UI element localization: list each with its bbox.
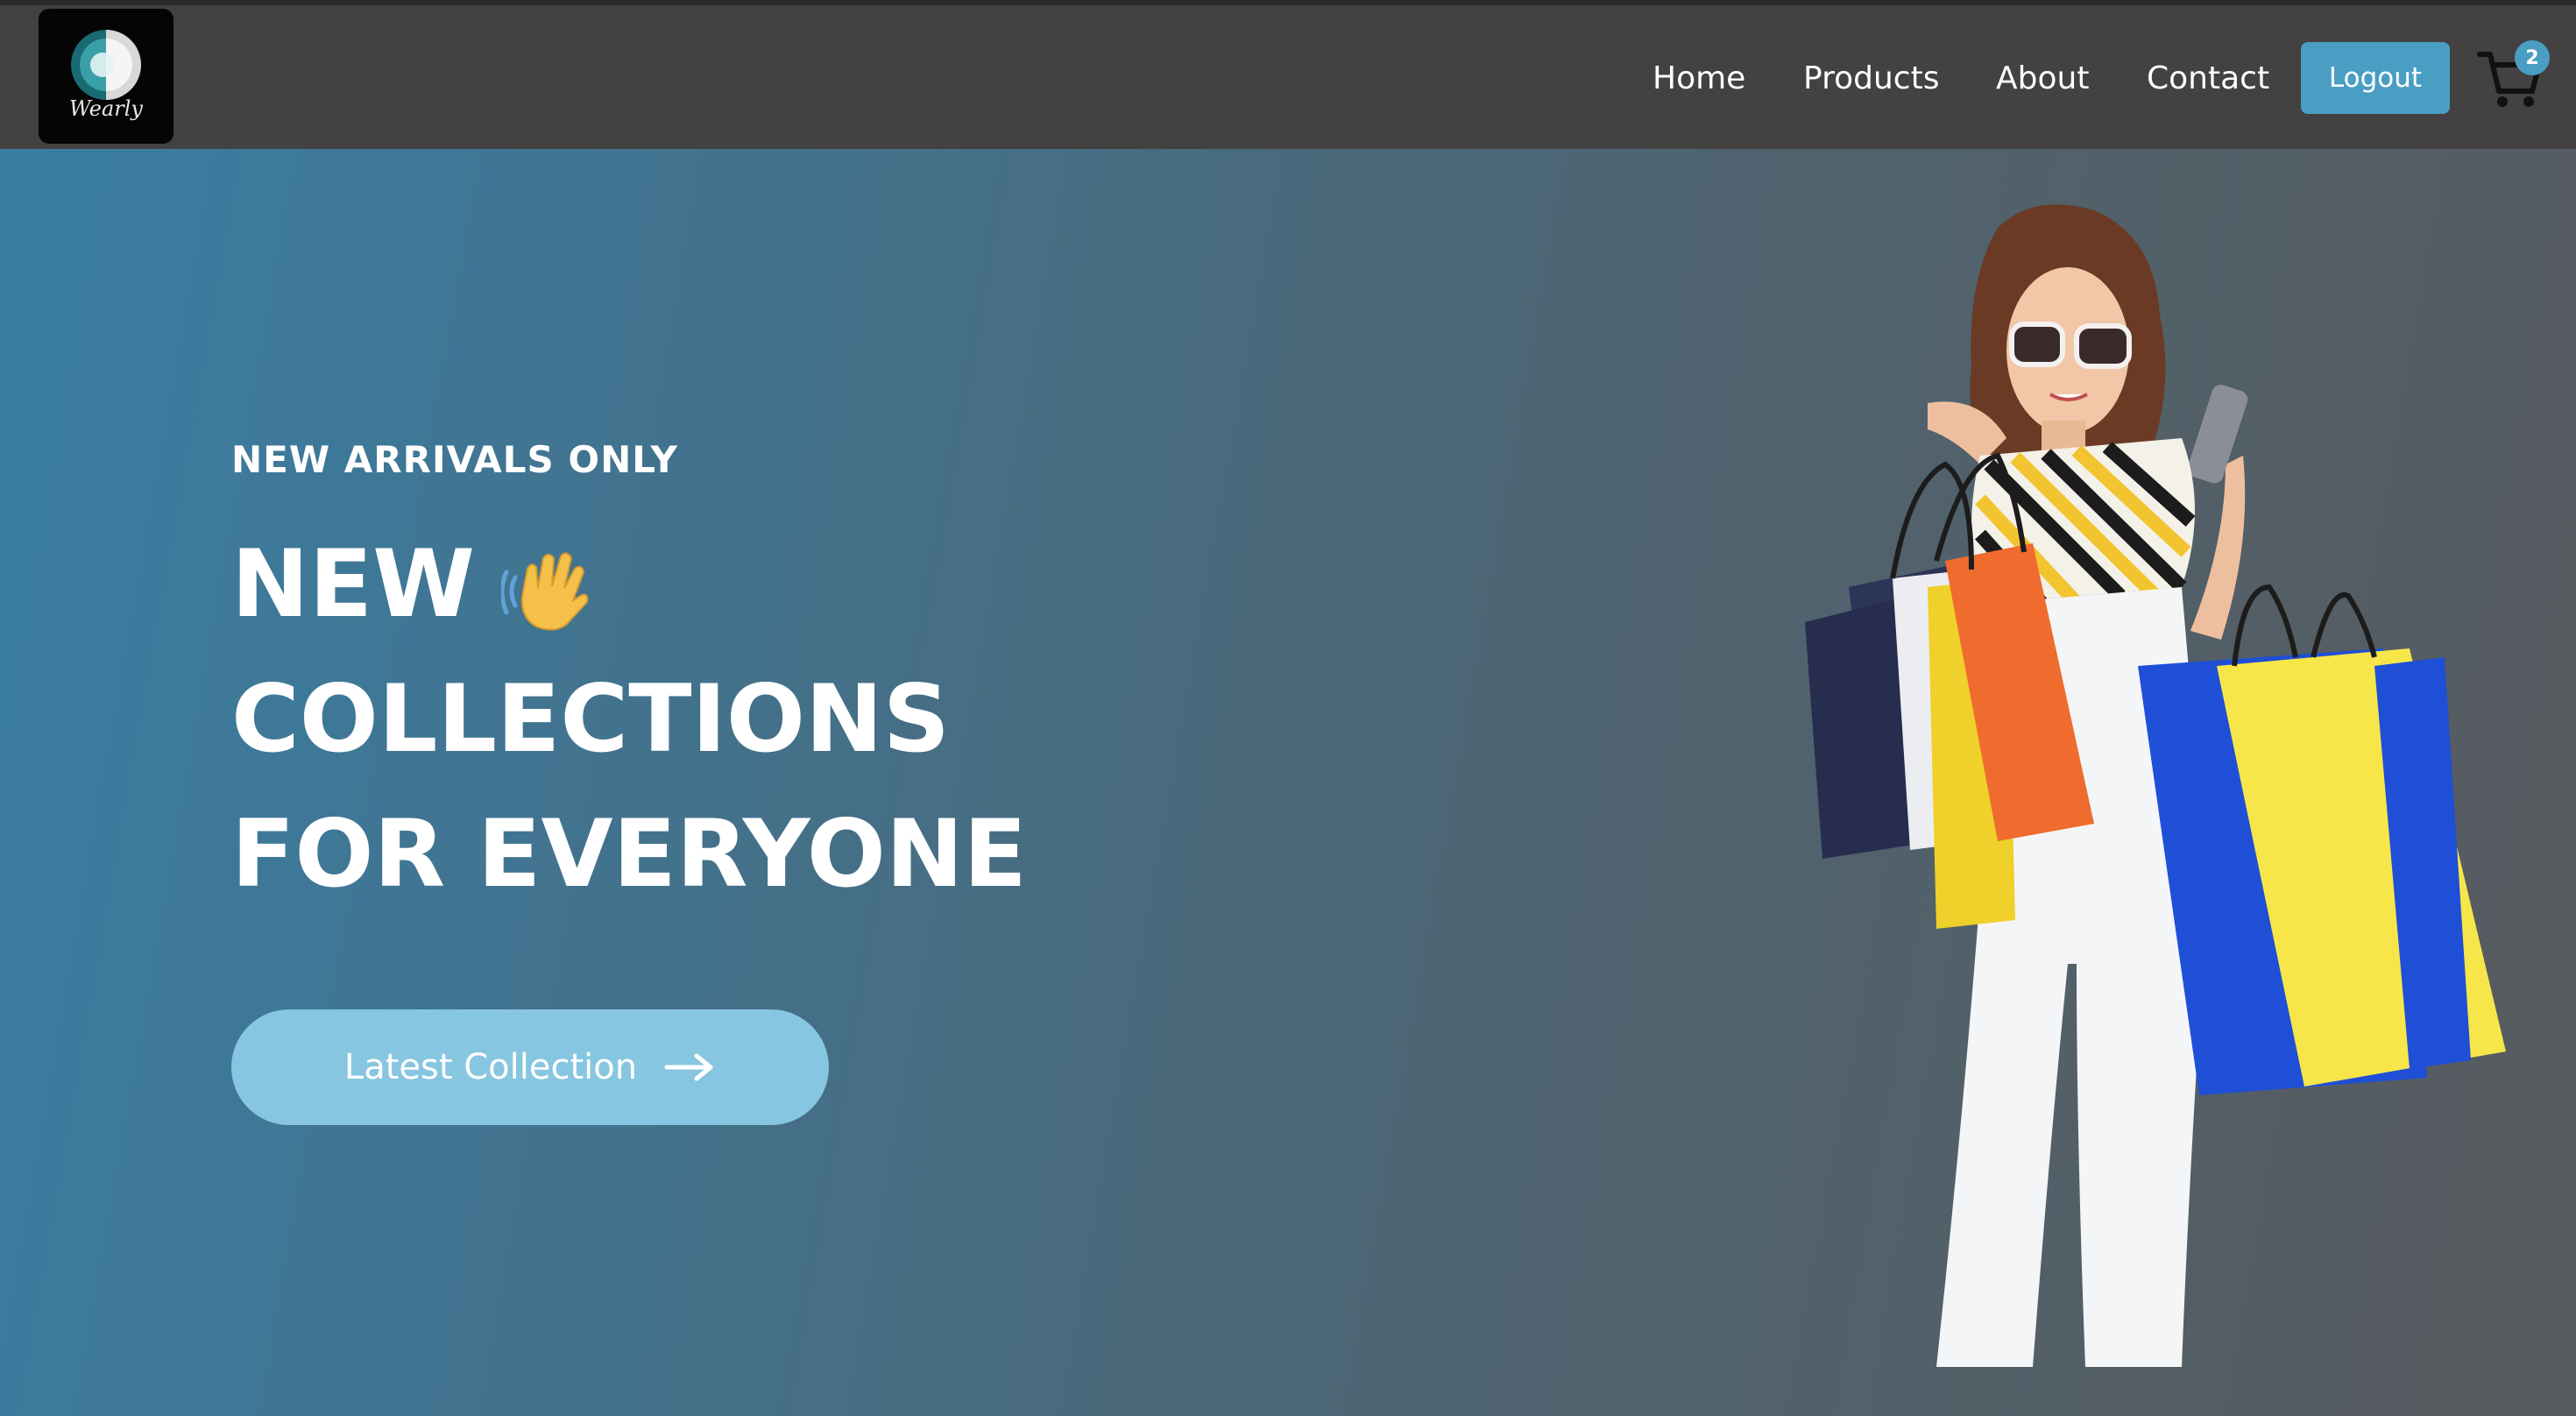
hero-eyebrow: NEW ARRIVALS ONLY (231, 438, 678, 481)
headline-line-3: FOR EVERYONE (231, 800, 1027, 908)
latest-collection-button[interactable]: Latest Collection (231, 1009, 829, 1125)
nav-link-products[interactable]: Products (1803, 58, 1939, 100)
nav-link-contact[interactable]: Contact (2147, 58, 2269, 100)
headline-line-1: NEW (231, 517, 1027, 652)
hero-model-with-shopping-bags-image (1805, 204, 2506, 1367)
hero-headline: NEW COLLECTIONS FOR EVERYONE (231, 517, 1027, 922)
hero-section: NEW ARRIVALS ONLY NEW COLLECTIONS FOR EV… (0, 149, 2576, 1416)
nav-links: Home Products About Contact (0, 5, 2576, 149)
logout-button[interactable]: Logout (2301, 42, 2450, 114)
waving-hand-icon (501, 552, 589, 631)
headline-line-1-text: NEW (231, 530, 476, 638)
latest-collection-label: Latest Collection (343, 1047, 638, 1087)
headline-line-2: COLLECTIONS (231, 665, 951, 773)
cart-button[interactable]: 2 (2476, 40, 2555, 110)
nav-link-home[interactable]: Home (1652, 58, 1745, 100)
nav-link-about[interactable]: About (1996, 58, 2089, 100)
navbar: Wearly Home Products About Contact Logou… (0, 5, 2576, 149)
cart-count-badge: 2 (2515, 40, 2550, 75)
arrow-right-icon (664, 1053, 713, 1081)
